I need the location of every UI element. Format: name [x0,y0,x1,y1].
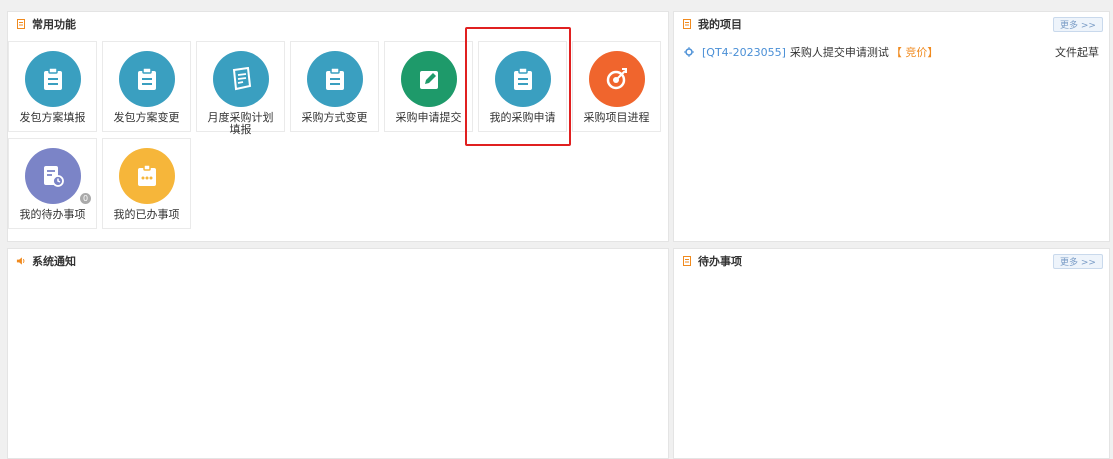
tile-label: 采购方式变更 [301,111,368,124]
done-clipboard-icon [138,164,156,186]
document-icon [16,19,26,29]
document-icon [682,256,692,266]
system-notices-panel: 系统通知 [7,248,669,459]
clipboard-icon [138,67,156,90]
tile-contract-plan-change[interactable]: 发包方案变更 [102,41,191,132]
highlight-box [465,27,571,146]
task-clock-icon [44,166,64,187]
pending-items-title: 待办事项 [698,255,742,268]
tile-icon-circle [589,51,645,107]
tile-label: 发包方案填报 [19,111,86,124]
project-tag: 【 竞价】 [890,46,939,59]
tile-icon-circle [119,51,175,107]
tile-my-pending-tasks[interactable]: 0 我的待办事项 [8,138,97,229]
tile-label: 我的已办事项 [113,208,180,221]
tile-label: 我的待办事项 [19,208,86,221]
bullet-gear-icon [684,47,694,57]
my-projects-title: 我的项目 [698,18,742,31]
tile-icon-circle [25,51,81,107]
target-icon [606,68,627,90]
project-status: 文件起草 [1055,46,1099,59]
tile-label: 采购项目进程 [583,111,650,124]
pending-count-badge: 0 [79,192,92,205]
document-list-icon [232,67,252,91]
project-code[interactable]: [QT4-2023055] [702,46,786,59]
project-title[interactable]: 采购人提交申请测试 [790,44,889,60]
clipboard-icon [44,67,62,90]
tile-procurement-method-change[interactable]: 采购方式变更 [290,41,379,132]
tile-label: 采购申请提交 [395,111,462,124]
tile-contract-plan-fill[interactable]: 发包方案填报 [8,41,97,132]
tile-icon-circle [213,51,269,107]
projects-more-button[interactable]: 更多 >> [1053,17,1103,32]
tile-icon-circle [25,148,81,204]
clipboard-icon [326,67,344,90]
tile-my-completed-tasks[interactable]: 我的已办事项 [102,138,191,229]
common-functions-title: 常用功能 [32,18,76,31]
document-icon [682,19,692,29]
tile-label: 月度采购计划填报 [207,111,274,136]
tile-procurement-request-submit[interactable]: 采购申请提交 [384,41,473,132]
pending-more-button[interactable]: 更多 >> [1053,254,1103,269]
tile-icon-circle [401,51,457,107]
system-notices-header: 系统通知 [8,249,668,273]
pencil-edit-icon [420,71,438,89]
tile-label: 发包方案变更 [113,111,180,124]
speaker-icon [16,256,26,266]
my-projects-header: 我的项目 [674,12,1109,36]
tile-procurement-project-progress[interactable]: 采购项目进程 [572,41,661,132]
tile-monthly-plan-fill[interactable]: 月度采购计划填报 [196,41,285,136]
project-list-item[interactable]: [QT4-2023055] 采购人提交申请测试 【 竞价】 文件起草 [684,44,1101,60]
tile-icon-circle [119,148,175,204]
pending-items-header: 待办事项 [674,249,1109,273]
pending-items-panel: 待办事项 更多 >> [673,248,1110,459]
system-notices-title: 系统通知 [32,255,76,268]
my-projects-panel: 我的项目 更多 >> [QT4-2023055] 采购人提交申请测试 【 竞价】… [673,11,1110,242]
tile-icon-circle [307,51,363,107]
